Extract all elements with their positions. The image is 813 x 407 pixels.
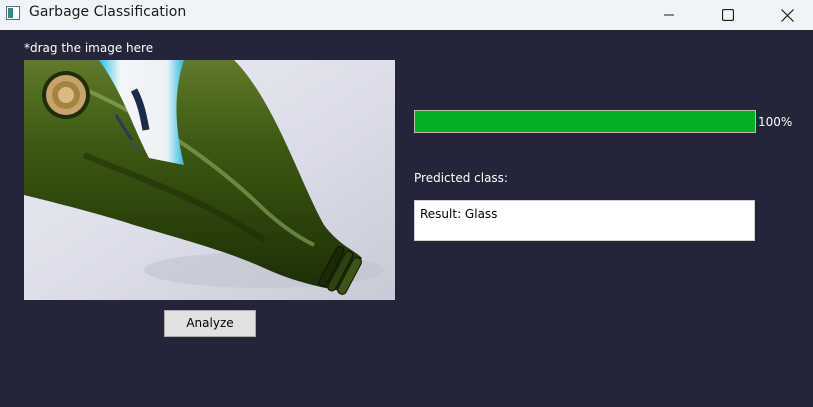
title-bar[interactable]: Garbage Classification [0, 0, 813, 30]
maximize-button[interactable] [705, 0, 751, 30]
progress-fill [415, 111, 755, 132]
bottle-image [24, 60, 395, 300]
window-title: Garbage Classification [29, 4, 187, 20]
minimize-icon [664, 14, 674, 16]
app-icon [6, 6, 20, 20]
image-drop-zone[interactable] [24, 60, 395, 300]
minimize-button[interactable] [646, 0, 692, 30]
maximize-icon [722, 9, 734, 21]
progress-bar [414, 110, 756, 133]
drag-hint-label: *drag the image here [24, 41, 154, 55]
result-textbox[interactable]: Result: Glass [414, 200, 755, 241]
predicted-class-label: Predicted class: [414, 171, 508, 185]
close-button[interactable] [764, 0, 810, 30]
result-text: Result: Glass [420, 207, 498, 221]
analyze-button[interactable]: Analyze [164, 310, 256, 337]
close-icon [780, 8, 794, 22]
progress-percent-label: 100% [758, 115, 793, 129]
